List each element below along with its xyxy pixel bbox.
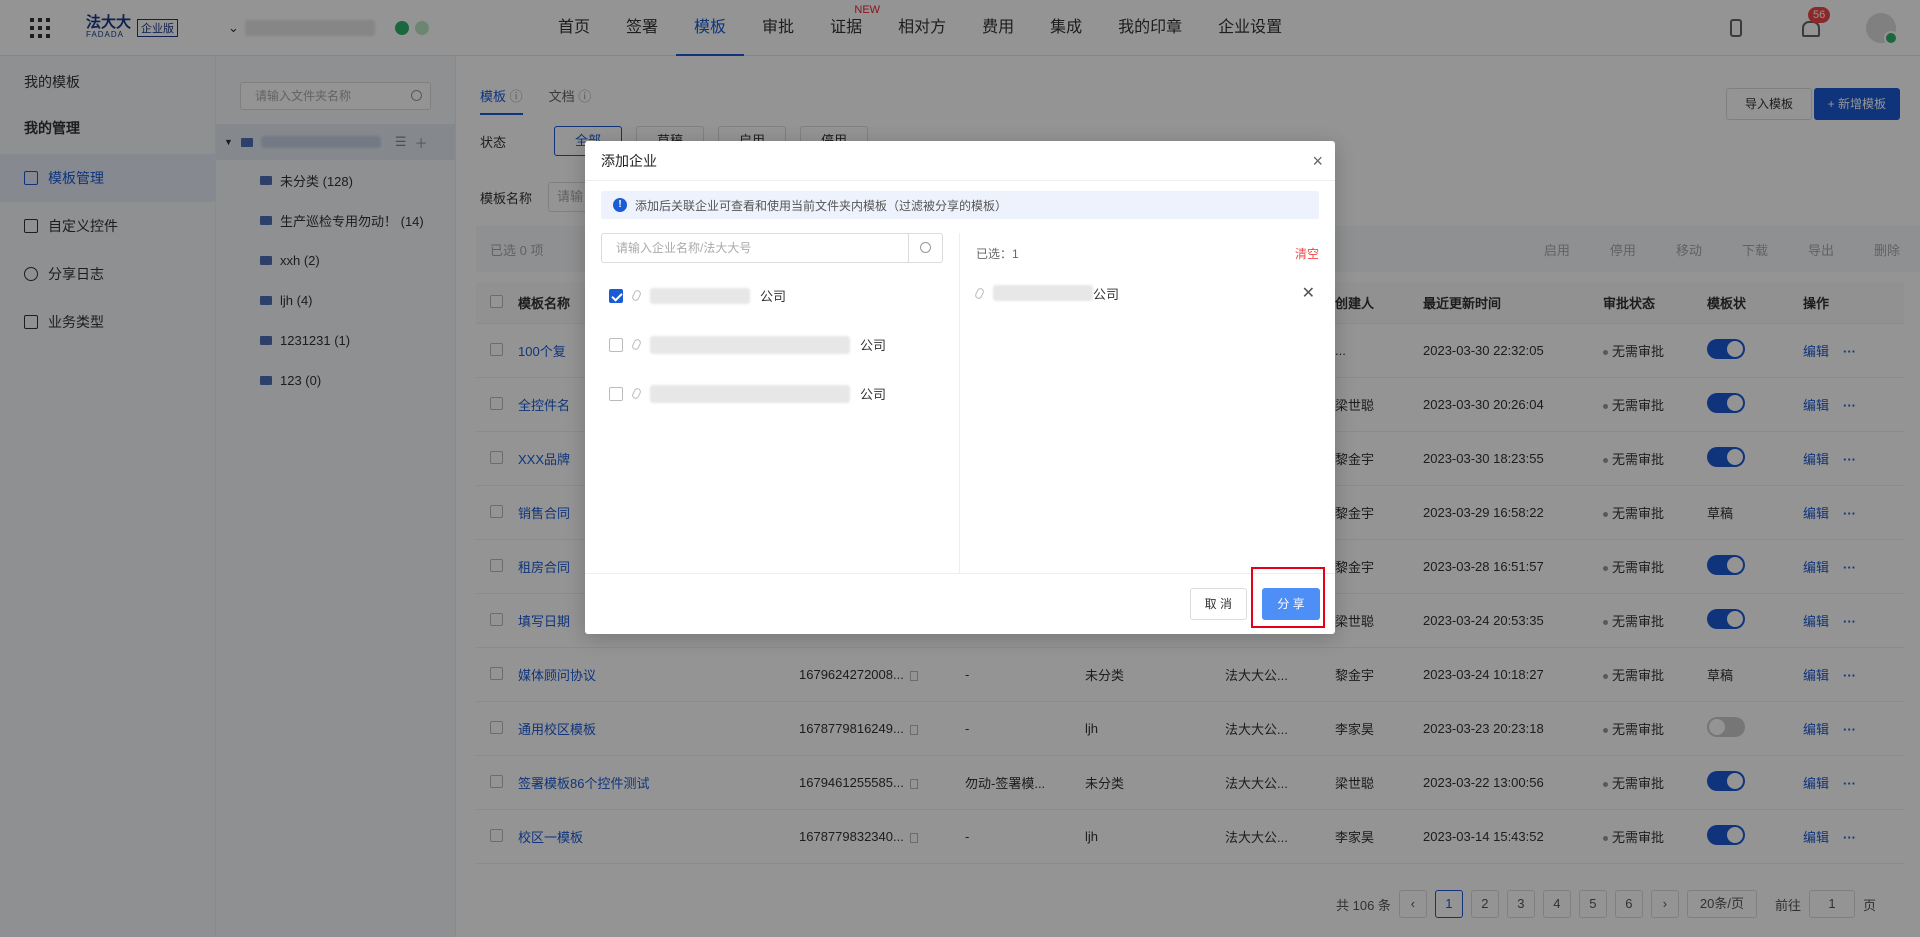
company-list-pane: 请输入企业名称/法大大号 公司 公司 公司	[585, 233, 960, 573]
company-item[interactable]: 公司	[585, 320, 959, 369]
selected-count: 已选：1	[976, 246, 1019, 261]
paperclip-icon	[631, 289, 642, 302]
selected-pane: 已选：1 清空 公司 ✕	[960, 233, 1335, 573]
company-name-redacted	[650, 287, 750, 304]
company-checkbox[interactable]	[609, 288, 623, 303]
share-button-highlight	[1251, 567, 1325, 628]
cancel-button[interactable]: 取 消	[1189, 588, 1247, 620]
modal-footer: 取 消 分 享	[585, 573, 1335, 634]
company-name-redacted	[650, 384, 850, 403]
close-icon[interactable]: ×	[1312, 141, 1323, 181]
company-name-suffix: 公司	[860, 387, 887, 402]
add-company-modal: 添加企业 × ! 添加后关联企业可查看和使用当前文件夹内模板（过滤被分享的模板）…	[585, 141, 1335, 634]
company-item[interactable]: 公司	[585, 369, 959, 418]
company-name-suffix: 公司	[860, 338, 887, 353]
company-checkbox[interactable]	[609, 386, 623, 401]
info-icon: !	[613, 198, 627, 212]
paperclip-icon	[631, 338, 642, 351]
company-search-input[interactable]: 请输入企业名称/法大大号	[601, 233, 943, 263]
company-name-redacted	[650, 335, 850, 354]
modal-title: 添加企业	[601, 153, 657, 169]
remove-icon[interactable]: ✕	[1302, 283, 1315, 303]
company-name-suffix: 公司	[1093, 286, 1120, 302]
company-name-redacted	[993, 285, 1093, 301]
selected-header: 已选：1 清空	[960, 233, 1335, 273]
paperclip-icon	[631, 387, 642, 400]
notice-text: 添加后关联企业可查看和使用当前文件夹内模板（过滤被分享的模板）	[635, 198, 1008, 213]
info-notice: ! 添加后关联企业可查看和使用当前文件夹内模板（过滤被分享的模板）	[601, 191, 1319, 219]
modal-header: 添加企业 ×	[585, 141, 1335, 181]
selected-company-item: 公司 ✕	[960, 273, 1335, 313]
company-name-suffix: 公司	[760, 289, 787, 304]
company-item[interactable]: 公司	[585, 271, 959, 320]
company-search-placeholder: 请输入企业名称/法大大号	[616, 241, 752, 255]
search-icon[interactable]	[908, 234, 942, 262]
company-checkbox[interactable]	[609, 337, 623, 352]
paperclip-icon	[974, 286, 985, 300]
clear-button[interactable]: 清空	[1295, 245, 1319, 262]
